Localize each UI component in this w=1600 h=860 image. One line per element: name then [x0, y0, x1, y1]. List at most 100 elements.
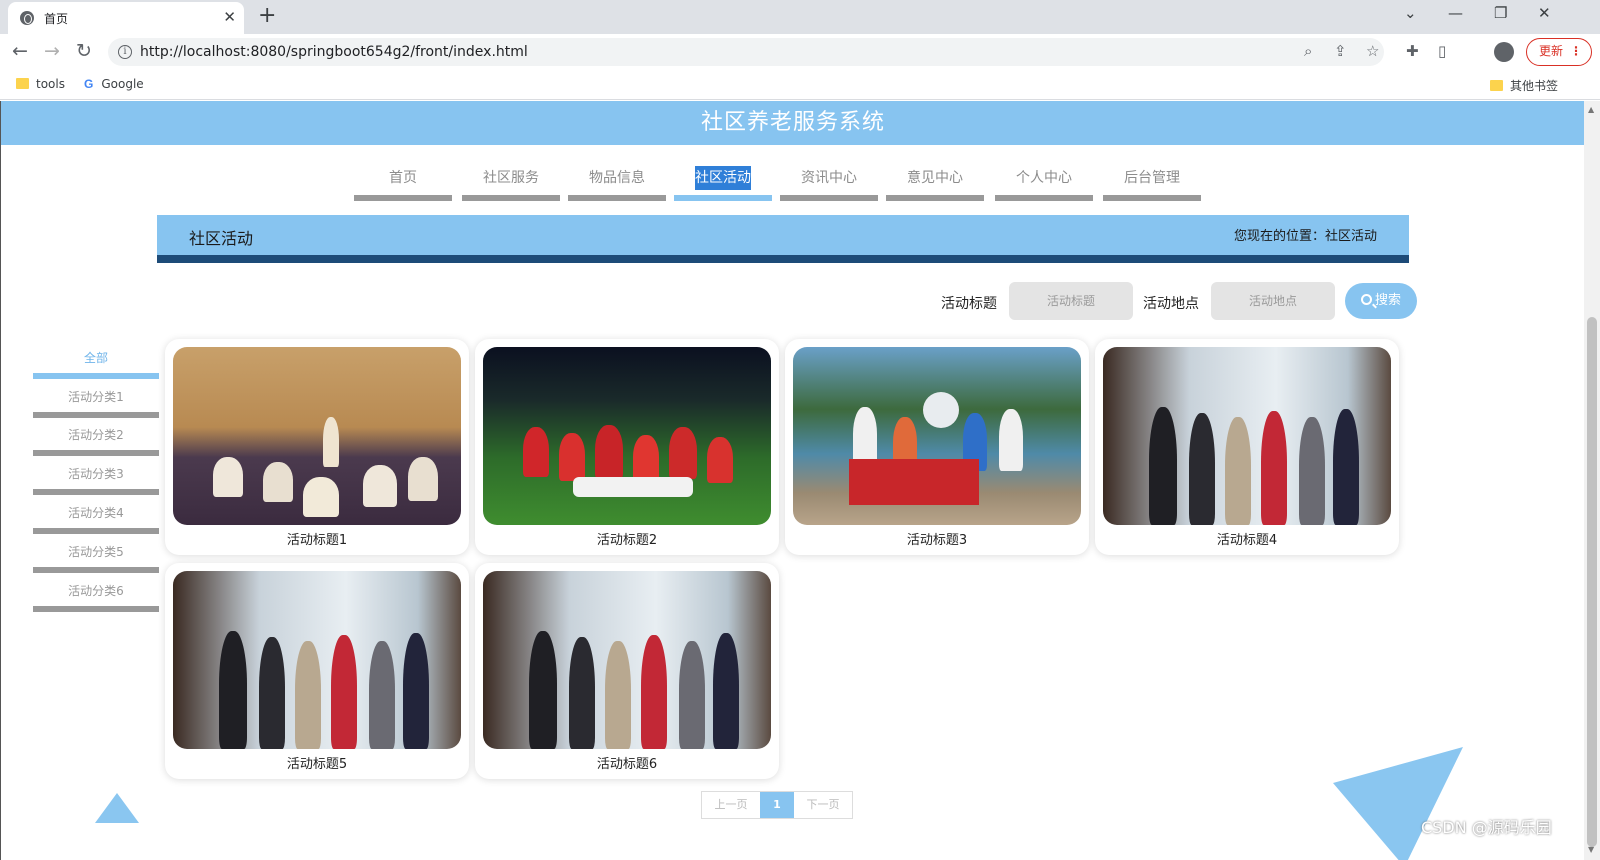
window-close-icon[interactable]: ✕ [1538, 4, 1551, 22]
activity-card[interactable]: 活动标题1 [165, 339, 469, 555]
site-header: 社区养老服务系统 [1, 101, 1584, 145]
section-title: 社区活动 [189, 229, 254, 248]
nav-home[interactable]: 首页 [354, 161, 452, 201]
scroll-thumb[interactable] [1587, 317, 1597, 847]
activity-title[interactable]: 活动标题1 [165, 529, 469, 548]
activity-title[interactable]: 活动标题4 [1095, 529, 1399, 548]
activity-title[interactable]: 活动标题3 [785, 529, 1089, 548]
nav-label: 社区活动 [695, 166, 751, 190]
back-icon[interactable]: ← [12, 40, 28, 62]
tab-strip: 首页 ✕ + ⌄ — ❐ ✕ [0, 0, 1600, 34]
nav-label: 社区服务 [483, 170, 539, 186]
restore-icon[interactable]: ❐ [1494, 4, 1507, 22]
side-panel-icon[interactable]: ▯ [1438, 42, 1446, 60]
url-text[interactable]: http://localhost:8080/springboot654g2/fr… [140, 44, 528, 60]
site-title: 社区养老服务系统 [700, 110, 885, 135]
update-button[interactable]: 更新 ⋮ [1526, 38, 1592, 66]
activity-card[interactable]: 活动标题6 [475, 563, 779, 779]
nav-admin[interactable]: 后台管理 [1103, 161, 1201, 201]
activity-photo[interactable] [483, 347, 771, 525]
scroll-up-icon[interactable]: ▲ [1588, 105, 1594, 114]
activity-card[interactable]: 活动标题5 [165, 563, 469, 779]
activity-photo[interactable] [793, 347, 1081, 525]
category-4[interactable]: 活动分类4 [33, 496, 159, 534]
category-1[interactable]: 活动分类1 [33, 380, 159, 418]
scroll-down-icon[interactable]: ▼ [1588, 845, 1594, 854]
page: 社区养老服务系统 首页 社区服务 物品信息 社区活动 资讯中心 意见中心 个人中… [0, 101, 1584, 860]
category-6[interactable]: 活动分类6 [33, 574, 159, 612]
activity-title[interactable]: 活动标题6 [475, 753, 779, 772]
page-scrollbar[interactable]: ▲ ▼ [1584, 101, 1600, 860]
nav-community-service[interactable]: 社区服务 [462, 161, 560, 201]
category-2[interactable]: 活动分类2 [33, 418, 159, 456]
nav-label: 后台管理 [1124, 170, 1180, 186]
nav-goods[interactable]: 物品信息 [568, 161, 666, 201]
bookmark-label: tools [36, 77, 65, 91]
prev-page-button[interactable]: 上一页 [702, 792, 760, 818]
category-label: 全部 [83, 351, 108, 365]
activity-card[interactable]: 活动标题4 [1095, 339, 1399, 555]
category-label: 活动分类4 [68, 506, 124, 520]
bookmark-label: 其他书签 [1510, 79, 1559, 93]
reload-icon[interactable]: ↻ [76, 40, 92, 62]
folder-icon [1490, 80, 1503, 91]
activity-photo[interactable] [483, 571, 771, 749]
new-tab-icon[interactable]: + [258, 3, 276, 28]
nav-feedback[interactable]: 意见中心 [886, 161, 984, 201]
site-info-icon[interactable]: i [118, 45, 132, 59]
category-3[interactable]: 活动分类3 [33, 457, 159, 495]
other-bookmarks[interactable]: 其他书签 [1490, 77, 1558, 94]
forward-icon[interactable]: → [44, 40, 60, 62]
decorative-triangle [1333, 747, 1463, 860]
next-page-button[interactable]: 下一页 [794, 792, 852, 818]
folder-icon [16, 78, 29, 89]
profile-avatar[interactable] [1494, 42, 1514, 62]
bookmarks-bar: tools G Google 其他书签 [0, 70, 1600, 100]
category-label: 活动分类6 [68, 584, 124, 598]
place-search-label: 活动地点 [1143, 296, 1199, 312]
search-button-label: 搜索 [1374, 293, 1401, 308]
breadcrumb: 您现在的位置：社区活动 [1233, 229, 1377, 244]
nav-label: 资讯中心 [801, 170, 857, 186]
category-label: 活动分类1 [68, 390, 124, 404]
title-search-input[interactable] [1009, 282, 1133, 320]
globe-icon [20, 11, 34, 25]
decorative-triangle [95, 793, 139, 823]
bookmark-google[interactable]: G Google [84, 77, 144, 91]
bookmark-label: Google [101, 77, 144, 91]
activity-photo[interactable] [173, 571, 461, 749]
title-search-label: 活动标题 [941, 296, 997, 312]
close-tab-icon[interactable]: ✕ [223, 8, 236, 26]
activity-photo[interactable] [1103, 347, 1391, 525]
search-icon [1360, 294, 1372, 305]
pagination: 上一页 1 下一页 [701, 791, 853, 819]
page-1-button[interactable]: 1 [760, 792, 794, 818]
tab-search-icon[interactable]: ⌄ [1404, 4, 1417, 22]
nav-community-activity[interactable]: 社区活动 [674, 161, 772, 201]
nav-label: 意见中心 [907, 170, 963, 186]
omnibox[interactable]: i http://localhost:8080/springboot654g2/… [108, 38, 1384, 66]
activity-card[interactable]: 活动标题2 [475, 339, 779, 555]
google-icon: G [84, 77, 94, 91]
activity-card[interactable]: 活动标题3 [785, 339, 1089, 555]
minimize-icon[interactable]: — [1448, 4, 1463, 22]
category-5[interactable]: 活动分类5 [33, 535, 159, 573]
activity-title[interactable]: 活动标题2 [475, 529, 779, 548]
activity-title[interactable]: 活动标题5 [165, 753, 469, 772]
browser-tab[interactable]: 首页 ✕ [8, 2, 244, 34]
star-icon[interactable]: ☆ [1366, 42, 1379, 60]
category-label: 活动分类3 [68, 467, 124, 481]
zoom-icon[interactable]: ⌕ [1304, 42, 1312, 60]
activity-photo[interactable] [173, 347, 461, 525]
category-all[interactable]: 全部 [33, 341, 159, 379]
bookmark-tools[interactable]: tools [16, 77, 65, 91]
place-search-input[interactable] [1211, 282, 1335, 320]
search-button[interactable]: 搜索 [1345, 283, 1417, 319]
nav-label: 物品信息 [589, 170, 645, 186]
nav-label: 首页 [389, 170, 417, 186]
nav-news[interactable]: 资讯中心 [780, 161, 878, 201]
nav-profile[interactable]: 个人中心 [995, 161, 1093, 201]
watermark: CSDN @源码乐园 [1421, 818, 1552, 837]
share-icon[interactable]: ⇪ [1334, 42, 1347, 60]
extensions-icon[interactable]: ✚ [1406, 42, 1419, 60]
